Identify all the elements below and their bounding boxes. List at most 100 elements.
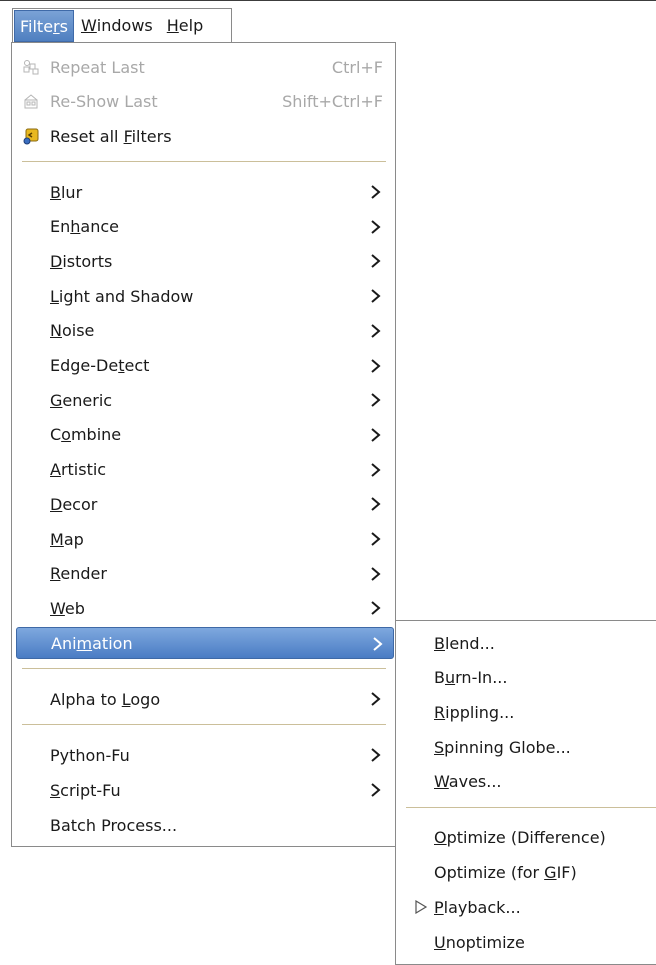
waves-post: aves...	[448, 772, 502, 792]
blur-label: Blur	[50, 183, 82, 202]
optimize-gif-pre: Optimize (for	[434, 862, 545, 882]
menu-item-burn-in[interactable]: Burn-In...	[402, 662, 656, 694]
menu-item-spinning-globe[interactable]: Spinning Globe...	[402, 731, 656, 763]
menubar: Filte r s Windows Help	[12, 8, 232, 42]
animation-submenu: Blend... Burn-In... Rippling... Spinning Gl…	[395, 620, 656, 965]
burn-in-pre: B	[434, 668, 445, 688]
chevron-right-icon	[371, 566, 381, 581]
optimize-difference-post: ptimize (Difference)	[446, 827, 606, 847]
menu-item-noise[interactable]: Noise	[16, 315, 391, 347]
chevron-right-icon	[371, 393, 381, 407]
menubar-filters-mnemonic: r	[53, 16, 60, 36]
menu-item-batch-process[interactable]: Batch Process...	[16, 809, 391, 841]
menu-item-edge-detect[interactable]: Edge-Detect	[16, 350, 391, 382]
decor-post: ecor	[62, 494, 98, 514]
menu-item-python-fu[interactable]: Python-Fu	[16, 739, 391, 771]
render-mnemonic: R	[50, 564, 61, 584]
menubar-filters-label-a: Filte	[20, 16, 54, 36]
menu-separator	[406, 807, 656, 808]
decor-label: Decor	[50, 495, 97, 514]
playback-post: layback...	[443, 897, 521, 917]
optimize-gif-label: Optimize (for GIF)	[434, 863, 577, 882]
menu-item-reshow-last[interactable]: Re-Show Last Shift+Ctrl+F	[16, 85, 391, 117]
chevron-right-icon	[371, 428, 381, 442]
menu-item-alpha-to-logo[interactable]: Alpha to Logo	[16, 683, 391, 715]
menu-item-script-fu[interactable]: Script-Fu	[16, 774, 391, 806]
noise-post: oise	[61, 321, 95, 341]
animation-label: Animation	[51, 634, 133, 653]
playback-mnemonic: P	[434, 897, 444, 917]
menu-item-decor[interactable]: Decor	[16, 488, 391, 520]
generic-post: eneric	[62, 390, 113, 410]
edge-detect-pre: Edge-De	[50, 356, 119, 375]
enhance-post: ance	[80, 217, 119, 237]
menu-separator	[22, 161, 386, 162]
generic-mnemonic: G	[50, 390, 63, 410]
menu-item-blur[interactable]: Blur	[16, 176, 391, 208]
menu-item-distorts[interactable]: Distorts	[16, 245, 391, 277]
python-fu-label: Python-Fu	[50, 745, 130, 765]
menubar-windows[interactable]: Windows	[74, 9, 160, 42]
burn-in-post: rn-In...	[455, 668, 508, 688]
enhance-label: Enhance	[50, 217, 119, 236]
filters-menu: Repeat Last Ctrl+F Re-Show Last Shift+Ct…	[11, 42, 396, 847]
repeat-last-label: Repeat Last	[50, 57, 145, 77]
render-post: ender	[60, 564, 107, 584]
artistic-post: rtistic	[60, 460, 107, 480]
waves-label: Waves...	[434, 772, 502, 791]
animation-mnemonic: m	[76, 633, 93, 653]
decor-mnemonic: D	[50, 494, 63, 514]
menubar-filters[interactable]: Filte r s	[14, 10, 74, 42]
chevron-right-icon	[371, 462, 381, 477]
chevron-right-icon	[371, 289, 381, 303]
waves-mnemonic: W	[434, 772, 449, 792]
menu-item-optimize-difference[interactable]: Optimize (Difference)	[402, 821, 656, 853]
reshow-icon	[24, 94, 38, 109]
chevron-right-icon	[371, 532, 381, 546]
distorts-label: Distorts	[50, 252, 112, 271]
menu-item-unoptimize[interactable]: Unoptimize	[402, 926, 656, 958]
menu-item-artistic[interactable]: Artistic	[16, 454, 391, 486]
menu-item-optimize-gif[interactable]: Optimize (for GIF)	[402, 856, 656, 888]
menu-item-reset-all-filters[interactable]: Reset all Filters	[16, 120, 391, 152]
menu-item-waves[interactable]: Waves...	[402, 766, 656, 798]
menu-item-light-and-shadow[interactable]: Light and Shadow	[16, 280, 391, 312]
rippling-post: ippling...	[445, 702, 515, 722]
menu-item-generic[interactable]: Generic	[16, 384, 391, 416]
menu-item-rippling[interactable]: Rippling...	[402, 696, 656, 728]
menu-item-repeat-last[interactable]: Repeat Last Ctrl+F	[16, 51, 391, 83]
menu-item-animation[interactable]: Animation	[16, 627, 394, 660]
combine-label: Combine	[50, 425, 121, 444]
menubar-help[interactable]: Help	[160, 9, 210, 42]
menu-item-render[interactable]: Render	[16, 558, 391, 590]
reset-all-pre: Reset all	[50, 126, 124, 146]
chevron-right-icon	[371, 783, 381, 797]
web-post: eb	[64, 598, 85, 618]
reshow-last-label: Re-Show Last	[50, 91, 158, 111]
menubar-filters-label-b: s	[59, 16, 68, 36]
chevron-right-icon	[371, 692, 381, 706]
repeat-last-shortcut: Ctrl+F	[331, 57, 383, 77]
menu-item-map[interactable]: Map	[16, 523, 391, 555]
alpha-to-logo-label: Alpha to Logo	[50, 690, 160, 709]
play-icon	[415, 900, 428, 914]
menu-item-combine[interactable]: Combine	[16, 419, 391, 451]
alpha-to-logo-post: ogo	[130, 689, 161, 709]
reset-icon	[23, 128, 39, 145]
blend-mnemonic: B	[434, 633, 445, 653]
enhance-mnemonic: h	[70, 217, 81, 237]
repeat-icon	[23, 60, 39, 75]
enhance-pre: En	[50, 217, 71, 237]
light-and-shadow-mnemonic: L	[50, 286, 59, 306]
alpha-to-logo-pre: Alpha to	[50, 689, 122, 709]
menu-item-playback[interactable]: Playback...	[402, 891, 656, 923]
menu-item-web[interactable]: Web	[16, 592, 391, 624]
distorts-mnemonic: D	[50, 251, 63, 271]
menu-item-blend[interactable]: Blend...	[402, 627, 656, 659]
burn-in-label: Burn-In...	[434, 668, 507, 687]
menu-item-enhance[interactable]: Enhance	[16, 211, 391, 243]
optimize-difference-mnemonic: O	[434, 827, 447, 847]
combine-post: mbine	[70, 425, 122, 445]
chevron-right-icon	[371, 748, 381, 762]
edge-detect-label: Edge-Detect	[50, 356, 149, 375]
